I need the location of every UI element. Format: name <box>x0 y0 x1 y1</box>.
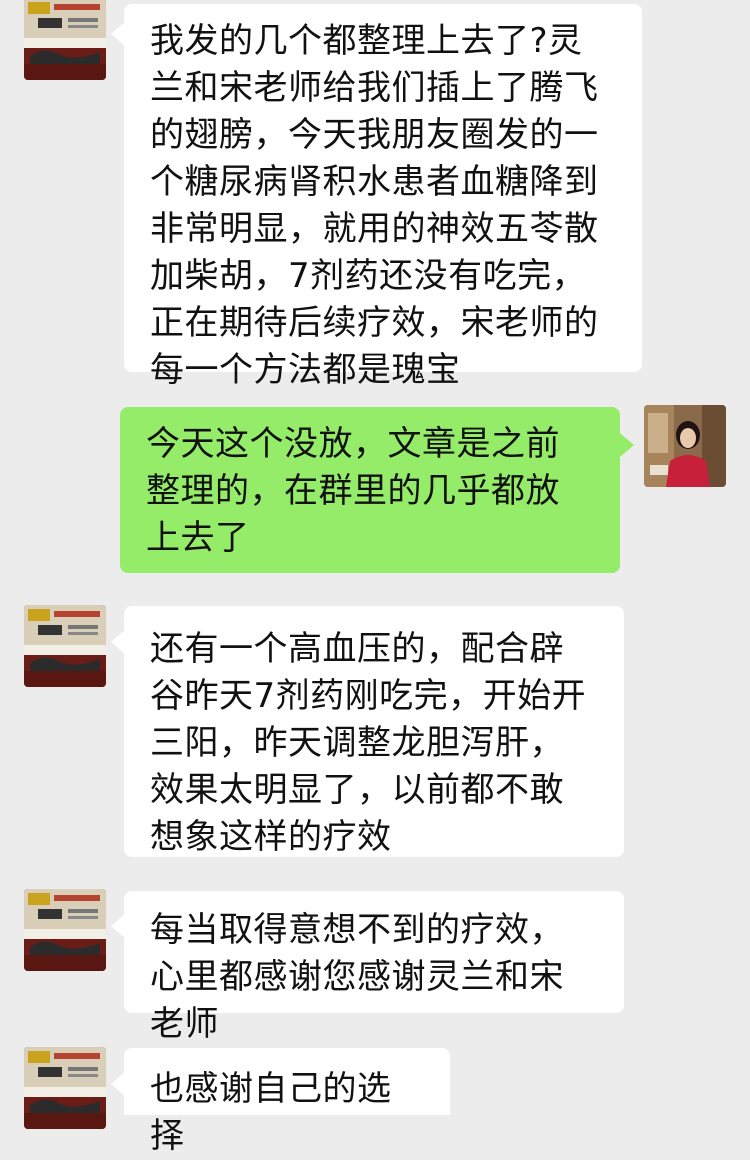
message-bubble-incoming[interactable]: 也感谢自己的选择 <box>124 1048 450 1156</box>
contact-avatar-icon[interactable] <box>24 605 106 687</box>
contact-avatar-icon[interactable] <box>24 0 106 80</box>
message-bubble-incoming[interactable]: 还有一个高血压的，配合辟谷昨天7剂药刚吃完，开始开三阳，昨天调整龙胆泻肝，效果太… <box>124 606 624 857</box>
contact-avatar-icon[interactable] <box>24 889 106 971</box>
bubble-tail <box>111 22 125 46</box>
user-avatar-icon[interactable] <box>644 405 726 487</box>
message-bubble-incoming[interactable]: 我发的几个都整理上去了?灵兰和宋老师给我们插上了腾飞的翅膀，今天我朋友圈发的一个… <box>124 4 642 390</box>
message-text: 也感谢自己的选择 <box>150 1069 392 1156</box>
message-text: 每当取得意想不到的疗效，心里都感谢您感谢灵兰和宋老师 <box>150 910 564 1044</box>
chat-thread: 我发的几个都整理上去了?灵兰和宋老师给我们插上了腾飞的翅膀，今天我朋友圈发的一个… <box>0 0 750 1156</box>
message-text: 今天这个没放，文章是之前整理的，在群里的几乎都放上去了 <box>146 424 560 558</box>
message-bubble-outgoing[interactable]: 今天这个没放，文章是之前整理的，在群里的几乎都放上去了 <box>120 407 620 573</box>
message-text: 我发的几个都整理上去了?灵兰和宋老师给我们插上了腾飞的翅膀，今天我朋友圈发的一个… <box>150 21 599 390</box>
bubble-tail <box>111 1072 125 1096</box>
message-bubble-incoming[interactable]: 每当取得意想不到的疗效，心里都感谢您感谢灵兰和宋老师 <box>124 891 624 1044</box>
contact-avatar-icon[interactable] <box>24 1047 106 1129</box>
bubble-tail <box>620 433 634 457</box>
bubble-tail <box>111 630 125 654</box>
bubble-tail <box>111 914 125 938</box>
message-text: 还有一个高血压的，配合辟谷昨天7剂药刚吃完，开始开三阳，昨天调整龙胆泻肝，效果太… <box>150 629 587 857</box>
